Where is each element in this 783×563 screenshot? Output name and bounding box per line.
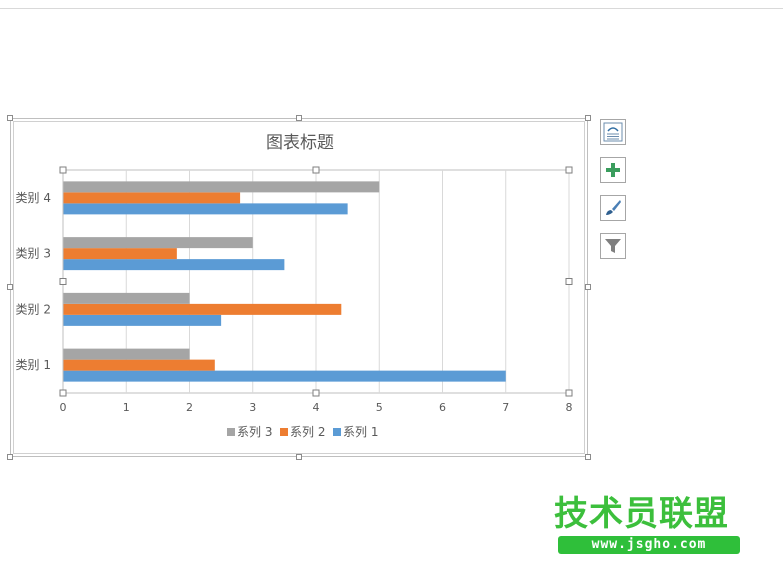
bar [63,203,348,215]
bar [63,259,285,271]
category-label: 类别 2 [16,302,51,316]
site-watermark: 技术员联盟 www.jsgho.com [554,494,740,558]
legend-swatch [227,428,235,436]
bar [63,314,222,326]
bar [63,292,190,304]
legend-swatch [333,428,341,436]
plot-resize-handle[interactable] [565,278,573,285]
x-tick-label: 8 [566,401,573,414]
x-tick-label: 2 [186,401,193,414]
watermark-url: www.jsgho.com [558,536,740,554]
category-label: 类别 1 [16,358,51,372]
style-brush-icon [606,200,621,215]
legend-label: 系列 2 [290,425,325,439]
plot-resize-handle[interactable] [59,166,67,174]
x-tick-label: 7 [502,401,509,414]
layout-icon [603,122,623,142]
x-tick-label: 0 [60,401,67,414]
chart-title[interactable]: 图表标题 [266,133,334,153]
category-label: 类别 3 [16,247,51,261]
bar [63,248,177,260]
x-tick-label: 1 [123,401,130,414]
bar [63,303,342,315]
bar [63,192,241,204]
x-tick-label: 4 [313,401,320,414]
plot-resize-handle[interactable] [565,166,573,174]
plot-resize-handle[interactable] [312,166,320,174]
x-tick-label: 6 [439,401,446,414]
plot-resize-handle[interactable] [565,389,573,397]
chart-elements-button[interactable] [600,157,626,183]
plot-resize-handle[interactable] [59,278,67,285]
bar [63,359,215,371]
add-element-icon [606,163,620,177]
chart-layout-button[interactable] [600,119,626,145]
bar [63,348,190,360]
x-tick-label: 3 [249,401,256,414]
legend-label: 系列 1 [343,425,378,439]
plot-resize-handle[interactable] [312,389,320,397]
plot-resize-handle[interactable] [59,389,67,397]
legend-label: 系列 3 [237,425,272,439]
x-tick-label: 5 [376,401,383,414]
chart-filter-button[interactable] [600,233,626,259]
category-label: 类别 4 [16,191,51,205]
legend-swatch [280,428,288,436]
filter-icon [605,239,621,253]
bar [63,237,253,249]
bar-chart: 图表标题 0 1 2 3 4 5 6 7 8 类别 1 类别 2 类别 3 类别 4 系列 3 系列 2 系… [16,133,573,439]
bar [63,181,380,193]
watermark-title: 技术员联盟 [554,494,729,534]
chart-styles-button[interactable] [600,195,626,221]
bar [63,370,506,382]
